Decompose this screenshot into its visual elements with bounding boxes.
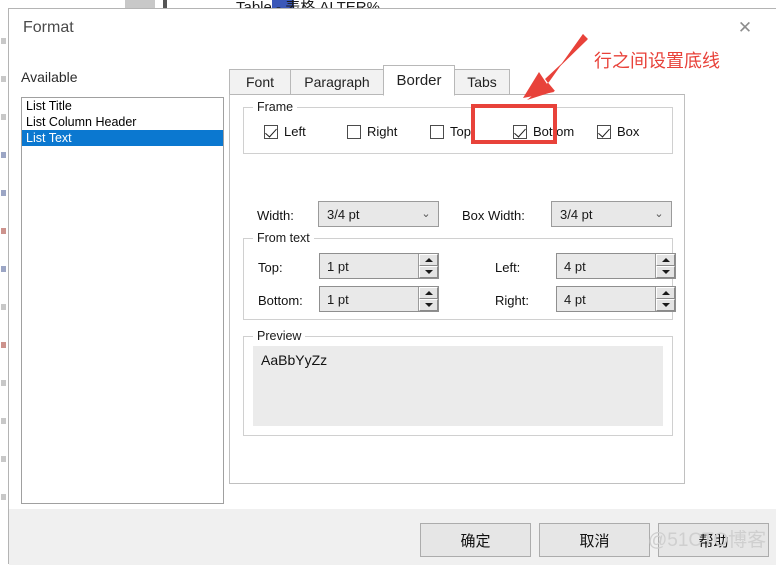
- chevron-down-icon: ⌄: [654, 207, 664, 220]
- rail-mark: [1, 342, 6, 348]
- top-spinner-value: 1 pt: [327, 258, 349, 274]
- tab-tabs[interactable]: Tabs: [454, 69, 510, 95]
- right-spinner-value: 4 pt: [564, 291, 586, 307]
- checkbox-bottom[interactable]: Bottom: [513, 124, 574, 139]
- rail-mark: [1, 152, 6, 158]
- box-width-combobox-value: 3/4 pt: [560, 206, 593, 222]
- width-label: Width:: [257, 208, 294, 223]
- width-combobox[interactable]: 3/4 pt ⌄: [318, 201, 439, 227]
- checkbox-top-box: [430, 124, 444, 139]
- annotation-text: 行之间设置底线: [594, 51, 720, 71]
- spinner-down-icon[interactable]: [419, 266, 438, 278]
- bottom-field-label: Bottom:: [258, 293, 303, 308]
- list-item[interactable]: List Text: [22, 130, 223, 146]
- box-width-label: Box Width:: [462, 208, 525, 223]
- spinner-up-icon[interactable]: [419, 254, 438, 266]
- checkbox-box-box: [597, 124, 611, 139]
- rail-mark: [1, 38, 6, 44]
- format-dialog: Format ✕ Available List Title List Colum…: [8, 8, 776, 565]
- bottom-spinner[interactable]: 1 pt: [319, 286, 439, 312]
- spinner-up-icon[interactable]: [656, 287, 675, 299]
- checkbox-top-label: Top: [450, 124, 471, 139]
- tab-font[interactable]: Font: [229, 69, 291, 95]
- bottom-spinner-arrows[interactable]: [418, 287, 438, 311]
- dialog-title: Format: [23, 19, 74, 36]
- checkbox-right[interactable]: Right: [347, 124, 397, 139]
- checkbox-box-label: Box: [617, 124, 640, 139]
- rail-mark: [1, 114, 6, 120]
- checkbox-left-label: Left: [284, 124, 306, 139]
- dialog-footer: 确定 取消 帮助: [9, 509, 776, 565]
- rail-mark: [1, 76, 6, 82]
- spinner-down-icon[interactable]: [656, 266, 675, 278]
- checkbox-box[interactable]: Box: [597, 124, 639, 139]
- preview-canvas: AaBbYyZz: [253, 346, 663, 426]
- left-spinner[interactable]: 4 pt: [556, 253, 676, 279]
- border-tab-panel: Frame Left Right Top Bottom Box Width: 3…: [229, 94, 685, 484]
- background-left-rail: [0, 24, 8, 540]
- rail-mark: [1, 266, 6, 272]
- rail-mark: [1, 494, 6, 500]
- rail-mark: [1, 228, 6, 234]
- top-spinner-arrows[interactable]: [418, 254, 438, 278]
- top-spinner[interactable]: 1 pt: [319, 253, 439, 279]
- preview-group-title: Preview: [253, 329, 306, 343]
- spinner-up-icon[interactable]: [656, 254, 675, 266]
- box-width-combobox[interactable]: 3/4 pt ⌄: [551, 201, 672, 227]
- list-item[interactable]: List Column Header: [22, 114, 223, 130]
- from-text-group-title: From text: [253, 231, 314, 245]
- checkbox-bottom-box: [513, 124, 527, 139]
- spinner-down-icon[interactable]: [419, 299, 438, 311]
- right-spinner-arrows[interactable]: [655, 287, 675, 311]
- preview-sample-text: AaBbYyZz: [261, 352, 328, 368]
- preview-group: Preview AaBbYyZz: [243, 329, 673, 436]
- from-text-group: From text Top: 1 pt Bottom: 1 pt Left: 4…: [243, 231, 676, 320]
- rail-mark: [1, 418, 6, 424]
- list-item[interactable]: List Title: [22, 98, 223, 114]
- left-spinner-arrows[interactable]: [655, 254, 675, 278]
- dialog-body: Available List Title List Column Header …: [9, 47, 776, 509]
- tab-border[interactable]: Border: [383, 65, 455, 96]
- top-field-label: Top:: [258, 260, 283, 275]
- checkbox-right-label: Right: [367, 124, 398, 139]
- rail-mark: [1, 190, 6, 196]
- available-styles-listbox[interactable]: List Title List Column Header List Text: [21, 97, 224, 504]
- chevron-down-icon: ⌄: [421, 207, 431, 220]
- frame-group: Frame Left Right Top Bottom Box: [243, 100, 673, 154]
- right-spinner[interactable]: 4 pt: [556, 286, 676, 312]
- ok-button[interactable]: 确定: [420, 523, 531, 557]
- left-field-label: Left:: [495, 260, 521, 275]
- right-field-label: Right:: [495, 293, 529, 308]
- rail-mark: [1, 304, 6, 310]
- width-combobox-value: 3/4 pt: [327, 206, 360, 222]
- checkbox-left[interactable]: Left: [264, 124, 306, 139]
- spinner-down-icon[interactable]: [656, 299, 675, 311]
- cancel-button[interactable]: 取消: [539, 523, 650, 557]
- checkbox-bottom-label: Bottom: [533, 124, 575, 139]
- help-button[interactable]: 帮助: [658, 523, 769, 557]
- checkbox-top[interactable]: Top: [430, 124, 471, 139]
- dialog-titlebar: Format ✕: [9, 9, 776, 47]
- frame-group-title: Frame: [253, 100, 298, 114]
- tab-paragraph[interactable]: Paragraph: [290, 69, 384, 95]
- rail-mark: [1, 456, 6, 462]
- checkbox-left-box: [264, 124, 278, 139]
- rail-mark: [1, 380, 6, 386]
- left-spinner-value: 4 pt: [564, 258, 586, 274]
- close-icon[interactable]: ✕: [728, 15, 762, 41]
- checkbox-right-box: [347, 124, 361, 139]
- bottom-spinner-value: 1 pt: [327, 291, 349, 307]
- available-label: Available: [21, 69, 78, 85]
- spinner-up-icon[interactable]: [419, 287, 438, 299]
